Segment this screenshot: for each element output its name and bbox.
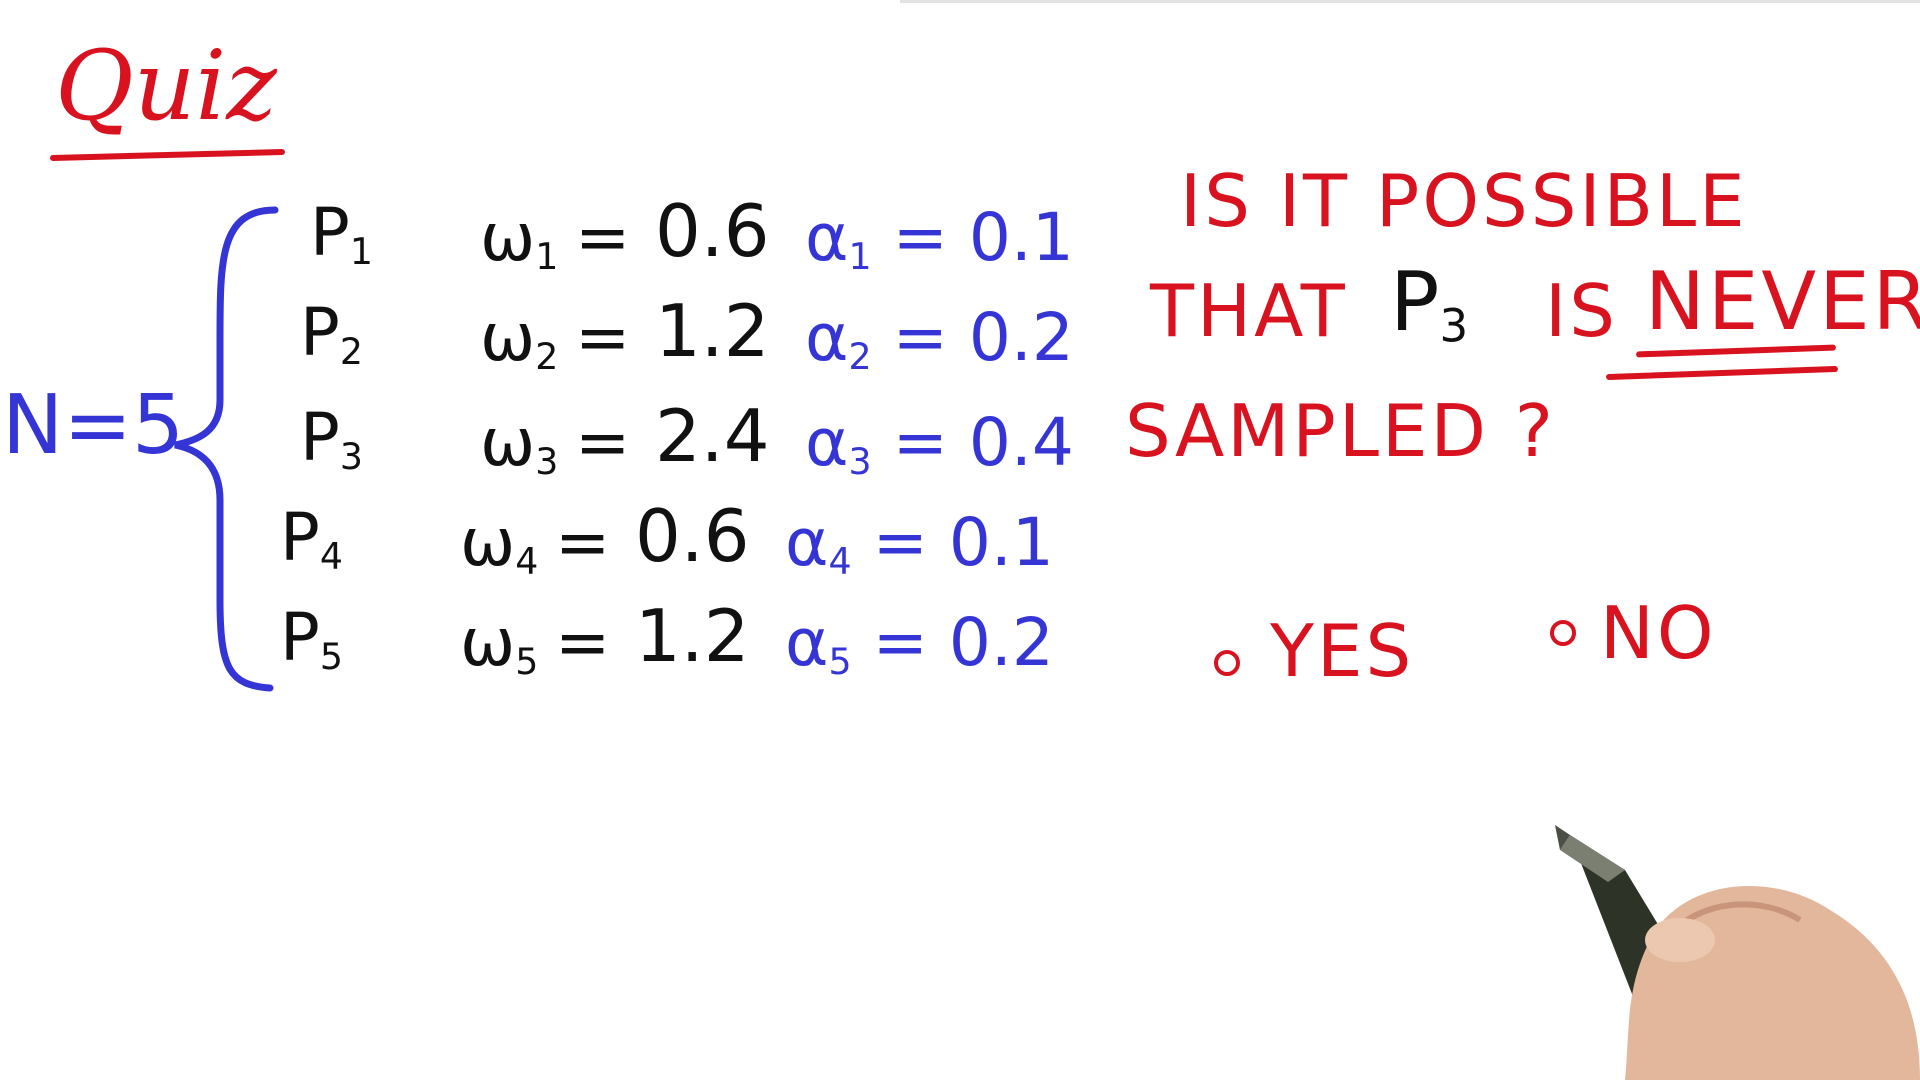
alpha-equals: = [871, 404, 969, 481]
alpha-symbol: α [785, 604, 829, 681]
weight-label: ω2 [480, 305, 558, 375]
alpha-value: 0.2 [948, 604, 1054, 681]
particle-label: P2 [300, 300, 363, 370]
particle-letter: P [310, 194, 350, 271]
particle-subscript: 5 [319, 635, 343, 679]
weight-subscript: 2 [535, 335, 559, 379]
question-line-2-start: THAT [1150, 269, 1348, 353]
alpha-equals: = [871, 299, 969, 376]
particle-letter: P [280, 499, 320, 576]
alpha-label: α5 = 0.2 [785, 610, 1054, 680]
yes-radio-icon[interactable] [1214, 650, 1240, 676]
weight-value: 1.2 [635, 594, 750, 678]
alpha-label: α1 = 0.1 [805, 205, 1074, 275]
particle-subscript: 3 [339, 435, 363, 479]
hand-with-marker-icon [1555, 825, 1920, 1080]
weight-symbol: ω [460, 504, 516, 581]
particle-label: P4 [280, 505, 343, 575]
weight-subscript: 4 [515, 540, 539, 584]
alpha-label: α4 = 0.1 [785, 510, 1054, 580]
particle-letter: P [300, 399, 340, 476]
question-line-2-is: IS [1545, 269, 1618, 353]
no-radio-icon[interactable] [1550, 620, 1576, 646]
particle-label: P5 [280, 605, 343, 675]
top-edge-line [900, 0, 1920, 3]
no-option[interactable]: NO [1600, 597, 1717, 669]
alpha-label: α2 = 0.2 [805, 305, 1074, 375]
n-label: N=5 [2, 378, 185, 473]
weight-value: 1.2 [655, 289, 770, 373]
weight-label: ω5 [460, 610, 538, 680]
particle-letter: P [280, 599, 320, 676]
weight-value-cell: 0.6 [635, 500, 750, 572]
alpha-subscript: 2 [848, 335, 872, 379]
quiz-title: Quiz [55, 30, 277, 142]
question-particle-subscript: 3 [1439, 299, 1469, 353]
question-line-3: SAMPLED ? [1125, 389, 1556, 473]
weight-value: 0.6 [655, 189, 770, 273]
alpha-subscript: 4 [828, 540, 852, 584]
equals-sign: = [575, 199, 631, 276]
alpha-value: 0.4 [968, 404, 1074, 481]
weight-value-cell: 2.4 [655, 400, 770, 472]
alpha-symbol: α [805, 199, 849, 276]
weight-symbol: ω [460, 604, 516, 681]
weight-label: ω1 [480, 205, 558, 275]
question-particle-letter: P [1390, 255, 1440, 350]
quiz-title-underline [49, 148, 286, 162]
alpha-label: α3 = 0.4 [805, 410, 1074, 480]
alpha-subscript: 5 [828, 640, 852, 684]
weight-value-cell: 0.6 [655, 195, 770, 267]
question-line-1: IS IT POSSIBLE [1180, 159, 1748, 243]
weight-symbol: ω [480, 299, 536, 376]
weight-label: ω4 [460, 510, 538, 580]
alpha-symbol: α [785, 504, 829, 581]
curly-brace [174, 206, 279, 692]
alpha-symbol: α [805, 299, 849, 376]
equals-sign: = [555, 504, 611, 581]
alpha-value: 0.1 [948, 504, 1054, 581]
particle-subscript: 1 [349, 230, 373, 274]
particle-label: P1 [310, 200, 373, 270]
alpha-equals: = [851, 504, 949, 581]
particle-label: P3 [300, 405, 363, 475]
question-emphasis-never: NEVER [1645, 255, 1920, 348]
particle-subscript: 2 [339, 330, 363, 374]
weight-value-cell: 1.2 [655, 295, 770, 367]
weight-subscript: 3 [535, 440, 559, 484]
alpha-symbol: α [805, 404, 849, 481]
equals-sign: = [575, 404, 631, 481]
particle-subscript: 4 [319, 535, 343, 579]
weight-value: 0.6 [635, 494, 750, 578]
weight-subscript: 5 [515, 640, 539, 684]
weight-symbol: ω [480, 199, 536, 276]
particle-letter: P [300, 294, 340, 371]
alpha-equals: = [851, 604, 949, 681]
question-particle: P3 [1390, 262, 1468, 349]
weight-subscript: 1 [535, 235, 559, 279]
equals-sign: = [555, 604, 611, 681]
equals-sign: = [575, 299, 631, 376]
alpha-value: 0.1 [968, 199, 1074, 276]
weight-value-cell: 1.2 [635, 600, 750, 672]
alpha-subscript: 3 [848, 440, 872, 484]
yes-option[interactable]: YES [1270, 615, 1414, 687]
alpha-equals: = [871, 199, 969, 276]
weight-symbol: ω [480, 404, 536, 481]
weight-label: ω3 [480, 410, 558, 480]
weight-value: 2.4 [655, 394, 770, 478]
alpha-subscript: 1 [848, 235, 872, 279]
never-underline-2 [1605, 365, 1839, 381]
alpha-value: 0.2 [968, 299, 1074, 376]
